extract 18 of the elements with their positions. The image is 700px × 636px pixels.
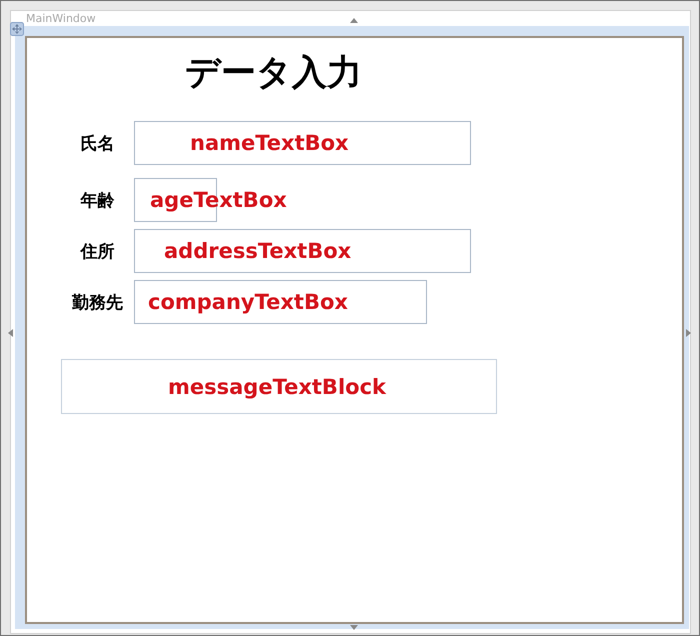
control-name-label: nameTextBox [190,131,349,155]
field-label: 勤務先 [71,292,124,314]
control-name-label: companyTextBox [148,290,348,314]
text-field[interactable] [134,280,427,324]
move-handle-icon[interactable] [10,22,24,36]
field-label: 年齢 [79,190,116,212]
control-name-label: ageTextBox [150,188,287,212]
field-label: 住所 [79,240,116,262]
control-name-label: addressTextBox [164,239,352,263]
resize-handle-icon[interactable] [686,329,691,337]
control-name-label: messageTextBlock [168,374,386,398]
text-field[interactable] [134,229,471,273]
text-field[interactable] [134,121,471,165]
window-title: MainWindow [26,12,96,25]
resize-handle-icon[interactable] [8,329,13,337]
form-heading: データ入力 [185,52,362,95]
field-label: 氏名 [80,132,116,154]
resize-handle-icon[interactable] [350,18,358,23]
